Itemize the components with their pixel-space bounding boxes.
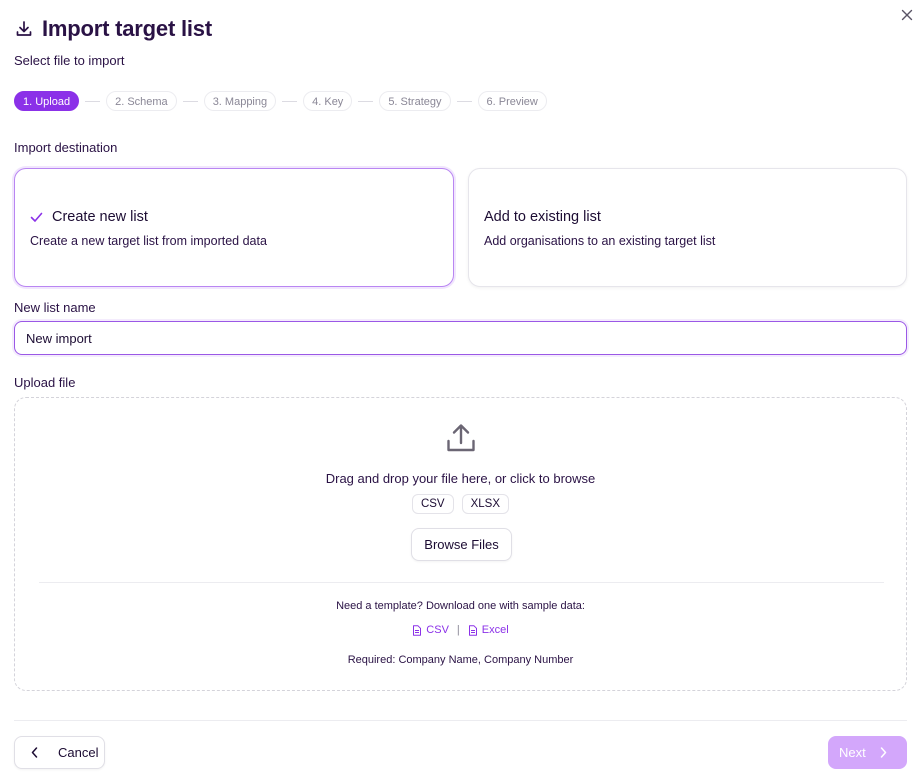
- step-schema[interactable]: 2. Schema: [106, 91, 177, 111]
- cancel-label: Cancel: [58, 745, 99, 760]
- drop-instructions: Drag and drop your file here, or click t…: [325, 471, 596, 486]
- destination-label: Import destination: [14, 140, 118, 155]
- format-badge-csv: CSV: [411, 494, 454, 514]
- browse-files-button[interactable]: Browse Files: [411, 528, 512, 561]
- divider: [39, 582, 884, 583]
- upload-file-label: Upload file: [14, 375, 76, 390]
- step-separator: [85, 100, 101, 102]
- step-preview[interactable]: 6. Preview: [477, 91, 547, 111]
- chevron-left-icon: [31, 747, 38, 758]
- step-strategy[interactable]: 5. Strategy: [379, 91, 451, 111]
- document-icon: [468, 624, 477, 636]
- link-label: CSV: [426, 624, 449, 636]
- import-dialog: Import target list Select file to import…: [0, 0, 921, 783]
- next-label: Next: [839, 745, 866, 760]
- template-links: CSV | Excel: [15, 624, 906, 636]
- footer-divider: [14, 720, 907, 721]
- step-separator: [456, 100, 472, 102]
- next-button[interactable]: Next: [828, 736, 907, 769]
- close-icon: [901, 9, 913, 21]
- upload-icon: [445, 422, 477, 454]
- step-upload[interactable]: 1. Upload: [14, 91, 80, 111]
- step-separator: [182, 100, 198, 102]
- check-icon: [30, 210, 44, 224]
- list-name-label: New list name: [14, 300, 96, 315]
- stepper: 1. Upload 2. Schema 3. Mapping 4. Key 5.…: [14, 91, 547, 111]
- dialog-title: Import target list: [42, 16, 212, 41]
- close-button[interactable]: [898, 6, 916, 24]
- link-separator: |: [456, 624, 460, 636]
- download-csv-template-link[interactable]: CSV: [412, 624, 449, 636]
- file-dropzone[interactable]: Drag and drop your file here, or click t…: [14, 397, 907, 691]
- dialog-header: Import target list: [14, 16, 212, 42]
- create-new-list-card[interactable]: Create new list Create a new target list…: [14, 168, 454, 287]
- document-icon: [413, 624, 422, 636]
- download-icon: [14, 19, 34, 39]
- step-separator: [282, 100, 298, 102]
- cancel-button[interactable]: Cancel: [14, 736, 105, 769]
- step-separator: [358, 100, 374, 102]
- list-name-input[interactable]: [14, 321, 907, 355]
- required-fields-note: Required: Company Name, Company Number: [347, 654, 574, 666]
- step-key[interactable]: 4. Key: [303, 91, 353, 111]
- card-title-row: Create new list: [30, 209, 148, 225]
- download-excel-template-link[interactable]: Excel: [468, 624, 509, 636]
- chevron-right-icon: [880, 747, 886, 758]
- card-title-row: Add to existing list: [484, 209, 601, 225]
- card-description: Add organisations to an existing target …: [484, 234, 716, 248]
- format-badges: CSV XLSX: [15, 494, 906, 514]
- dialog-subtitle: Select file to import: [14, 53, 125, 68]
- step-mapping[interactable]: 3. Mapping: [203, 91, 277, 111]
- card-description: Create a new target list from imported d…: [30, 234, 267, 248]
- card-title: Add to existing list: [484, 209, 601, 225]
- template-prompt: Need a template? Download one with sampl…: [336, 600, 585, 612]
- format-badge-xlsx: XLSX: [461, 494, 510, 514]
- add-to-existing-list-card[interactable]: Add to existing list Add organisations t…: [468, 168, 907, 287]
- card-title: Create new list: [52, 209, 148, 225]
- link-label: Excel: [481, 624, 509, 636]
